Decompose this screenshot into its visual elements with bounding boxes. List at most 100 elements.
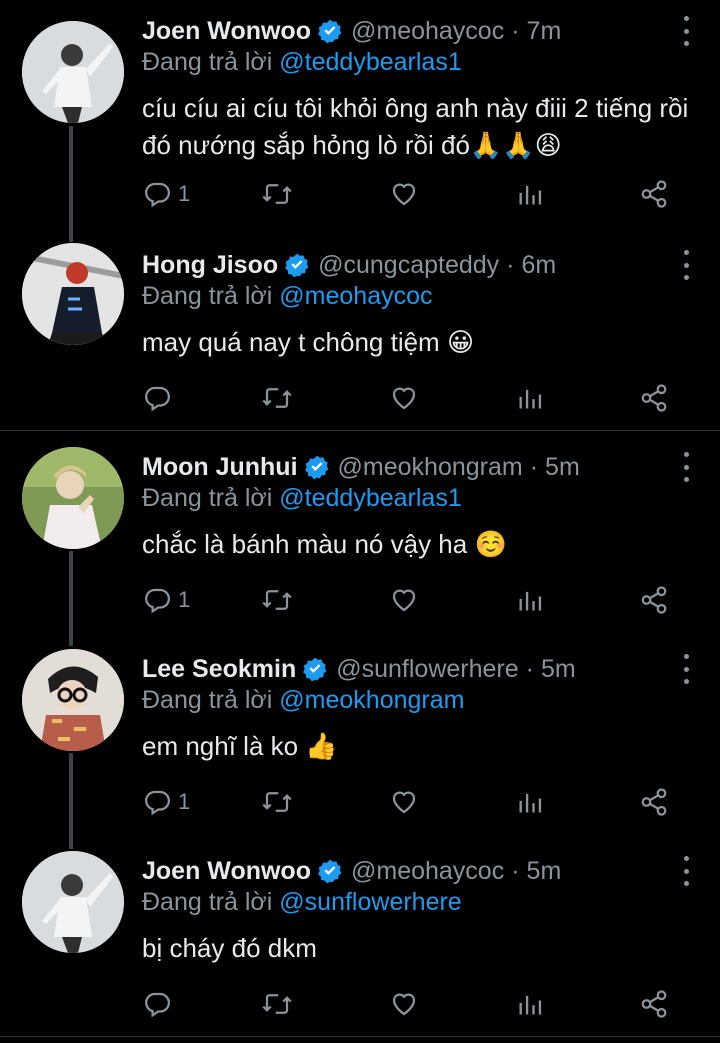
tweet-header: Moon Junhui @meokhongram · 5m: [142, 449, 580, 485]
heart-icon: [392, 993, 416, 1016]
user-handle[interactable]: @sunflowerhere: [336, 655, 518, 684]
separator: ·: [525, 654, 534, 683]
like-button[interactable]: [388, 784, 420, 820]
analytics-icon: [519, 591, 542, 611]
like-button[interactable]: [388, 986, 420, 1022]
user-handle[interactable]: @cungcapteddy: [318, 251, 499, 280]
share-button[interactable]: [638, 582, 670, 618]
tweet[interactable]: Joen Wonwoo @meohaycoc · 7m Đang trả lời…: [0, 0, 720, 232]
user-handle[interactable]: @meohaycoc: [351, 17, 504, 46]
more-options-icon[interactable]: [680, 250, 692, 280]
share-button[interactable]: [638, 784, 670, 820]
reply-button[interactable]: [142, 380, 178, 416]
reply-context: Đang trả lời @teddybearlas1: [142, 484, 462, 513]
verified-badge-icon: [317, 18, 343, 44]
retweet-button[interactable]: [260, 380, 294, 416]
analytics-icon: [519, 793, 542, 813]
reply-count: 1: [178, 789, 191, 814]
separator: ·: [511, 16, 520, 45]
verified-badge-icon: [304, 454, 330, 480]
action-bar: 1: [142, 784, 682, 820]
timestamp[interactable]: 6m: [522, 251, 557, 280]
retweet-button[interactable]: [260, 784, 294, 820]
like-button[interactable]: [388, 582, 420, 618]
analytics-icon: [519, 185, 542, 205]
avatar[interactable]: [22, 243, 124, 345]
like-button[interactable]: [388, 176, 420, 212]
analytics-button[interactable]: [516, 986, 544, 1022]
more-options-icon[interactable]: [680, 16, 692, 46]
share-icon: [641, 788, 667, 816]
display-name[interactable]: Moon Junhui: [142, 453, 298, 482]
separator: ·: [511, 856, 520, 885]
reply-mention[interactable]: @sunflowerhere: [279, 888, 461, 916]
share-button[interactable]: [638, 380, 670, 416]
like-button[interactable]: [388, 380, 420, 416]
display-name[interactable]: Joen Wonwoo: [142, 17, 311, 46]
analytics-button[interactable]: [516, 380, 544, 416]
retweet-icon: [262, 184, 292, 204]
reply-icon: [145, 588, 170, 614]
reply-context: Đang trả lời @sunflowerhere: [142, 888, 462, 917]
retweet-button[interactable]: [260, 986, 294, 1022]
analytics-button[interactable]: [516, 176, 544, 212]
more-options-icon[interactable]: [680, 654, 692, 684]
tweet[interactable]: Hong Jisoo @cungcapteddy · 6m Đang trả l…: [0, 234, 720, 430]
share-button[interactable]: [638, 176, 670, 212]
retweet-icon: [262, 590, 292, 610]
avatar-photo: [22, 649, 124, 751]
reply-icon: [145, 182, 170, 208]
user-handle[interactable]: @meokhongram: [338, 453, 523, 482]
reply-context: Đang trả lời @meohaycoc: [142, 282, 433, 311]
display-name[interactable]: Lee Seokmin: [142, 655, 296, 684]
analytics-button[interactable]: [516, 582, 544, 618]
heart-icon: [392, 183, 416, 206]
reply-mention[interactable]: @meokhongram: [279, 686, 464, 714]
timestamp[interactable]: 5m: [527, 857, 562, 886]
reply-mention[interactable]: @teddybearlas1: [279, 484, 461, 512]
action-bar: 1: [142, 176, 682, 212]
retweet-icon: [262, 994, 292, 1014]
reply-context: Đang trả lời @meokhongram: [142, 686, 464, 715]
tweet-text: chắc là bánh màu nó vậy ha ☺️: [142, 529, 507, 559]
user-handle[interactable]: @meohaycoc: [351, 857, 504, 886]
verified-badge-icon: [302, 656, 328, 682]
tweet[interactable]: Moon Junhui @meokhongram · 5m Đang trả l…: [0, 436, 720, 632]
avatar-photo: [22, 447, 124, 549]
avatar[interactable]: [22, 447, 124, 549]
verified-badge-icon: [317, 858, 343, 884]
bottom-divider: [0, 1036, 720, 1037]
avatar[interactable]: [22, 21, 124, 123]
avatar[interactable]: [22, 649, 124, 751]
reply-button[interactable]: [142, 986, 178, 1022]
display-name[interactable]: Joen Wonwoo: [142, 857, 311, 886]
reply-icon: [145, 386, 170, 412]
more-options-icon[interactable]: [680, 452, 692, 482]
retweet-icon: [262, 792, 292, 812]
reply-icon: [145, 790, 170, 816]
reply-icon: [145, 992, 170, 1018]
display-name[interactable]: Hong Jisoo: [142, 251, 278, 280]
heart-icon: [392, 589, 416, 612]
action-bar: 1: [142, 582, 682, 618]
share-button[interactable]: [638, 986, 670, 1022]
tweet[interactable]: Joen Wonwoo @meohaycoc · 5m Đang trả lời…: [0, 840, 720, 1036]
analytics-button[interactable]: [516, 784, 544, 820]
reply-mention[interactable]: @teddybearlas1: [279, 48, 461, 76]
timestamp[interactable]: 5m: [545, 453, 580, 482]
tweet-text: cíu cíu ai cíu tôi khỏi ông anh này điii…: [142, 93, 689, 160]
tweet-text: em nghĩ là ko 👍: [142, 731, 338, 761]
more-options-icon[interactable]: [680, 856, 692, 886]
timestamp[interactable]: 5m: [541, 655, 576, 684]
timestamp[interactable]: 7m: [527, 17, 562, 46]
reply-mention[interactable]: @meohaycoc: [279, 282, 432, 310]
reply-button[interactable]: 1: [142, 784, 190, 820]
reply-button[interactable]: 1: [142, 176, 190, 212]
retweet-button[interactable]: [260, 582, 294, 618]
tweet[interactable]: Lee Seokmin @sunflowerhere · 5m Đang trả…: [0, 638, 720, 834]
share-icon: [641, 990, 667, 1018]
avatar[interactable]: [22, 851, 124, 953]
retweet-button[interactable]: [260, 176, 294, 212]
reply-button[interactable]: 1: [142, 582, 190, 618]
action-bar: [142, 380, 682, 416]
